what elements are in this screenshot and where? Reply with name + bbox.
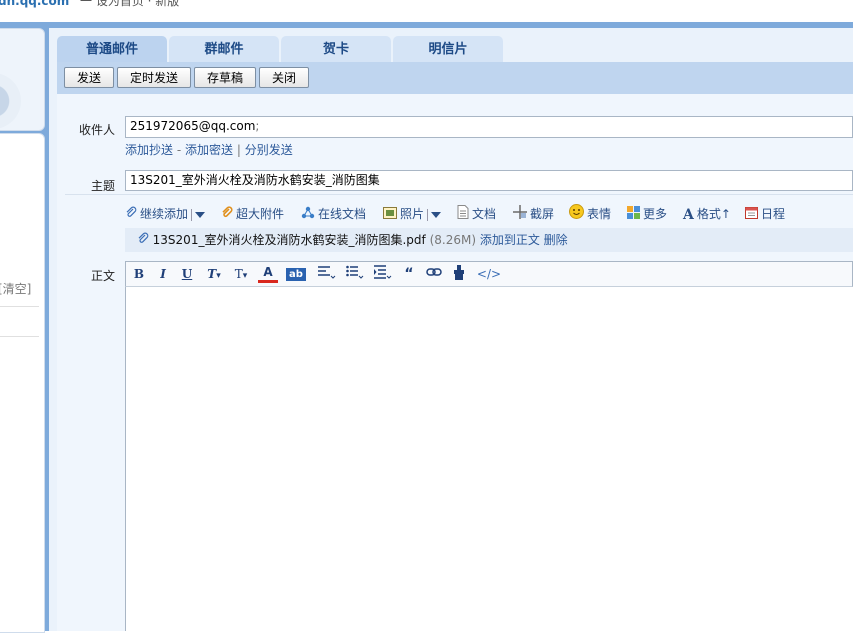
indent-icon [374,265,392,279]
big-attachment-button[interactable]: 超大附件 [221,204,284,224]
quote-button[interactable]: “ [402,265,416,283]
emoji-button[interactable]: 表情 [569,204,611,224]
site-link[interactable]: dn.qq.com [0,0,69,8]
to-field[interactable]: 251972065@qq.com; [125,116,853,138]
indent-button[interactable] [372,265,394,283]
bullet-list-button[interactable] [344,265,366,283]
font-color-button[interactable]: A [258,265,278,283]
divider [191,208,193,221]
body-editor[interactable] [125,287,853,631]
tab-greeting-card[interactable]: 贺卡 [281,36,391,62]
chevron-down-icon: ▾ [242,271,248,281]
add-to-body-link[interactable]: 添加到正文 [480,233,540,247]
recipient-links: 添加抄送 - 添加密送 | 分别发送 [125,141,293,158]
paperclip-icon [137,229,149,253]
more-button[interactable]: 更多 [627,204,667,224]
send-button[interactable]: 发送 [64,67,114,88]
save-draft-button[interactable]: 存草稿 [194,67,256,88]
scissors-icon [513,204,527,225]
photo-icon [383,205,397,225]
bg-color-button[interactable]: ab [286,268,306,281]
clear-format-button[interactable]: T▾ [204,265,224,283]
link-separator: | [236,143,245,157]
left-list-panel: [清空] [0,133,45,633]
format-brush-icon [454,265,464,280]
top-links[interactable]: 一 设为首页 · 新版 [80,0,179,9]
close-button[interactable]: 关闭 [259,67,309,88]
attachment-row: 13S201_室外消火栓及消防水鹤安装_消防图集.pdf (8.26M) 添加到… [125,228,853,252]
recipient-address[interactable]: 251972065@qq.com [130,119,255,133]
divider [0,306,39,307]
brush-button[interactable] [450,265,468,283]
clear-link[interactable]: [清空] [0,280,31,297]
attachment-filename: 13S201_室外消火栓及消防水鹤安装_消防图集.pdf [152,233,426,247]
body-label: 正文 [90,269,115,283]
bullet-list-icon [346,265,364,279]
left-folder-panel [0,28,45,131]
link-separator: - [176,143,185,157]
to-label: 收件人 [78,123,115,137]
paperclip-orange-icon [221,205,233,225]
smiley-icon [569,204,584,225]
compose-panel: 普通邮件 群邮件 贺卡 明信片 发送 定时发送 存草稿 关闭 收件人 25197… [49,28,853,631]
add-cc-link[interactable]: 添加抄送 [125,143,173,157]
align-button[interactable] [316,265,338,283]
divider [427,208,429,221]
add-bcc-link[interactable]: 添加密送 [185,143,233,157]
up-arrow-icon: ↑ [720,207,731,221]
continue-add-button[interactable]: 继续添加 [125,204,206,225]
code-button[interactable]: </> [476,265,502,283]
calendar-button[interactable]: 日程 [745,204,785,224]
calendar-icon [745,205,758,225]
link-button[interactable] [424,265,444,283]
editor-toolbar: B I U T▾ T▾ A ab “ </> [125,261,853,287]
link-icon [426,268,442,276]
delete-attachment-link[interactable]: 删除 [544,233,568,247]
underline-button[interactable]: U [180,265,194,283]
paperclip-icon [125,205,137,225]
top-strip: dn.qq.com 一 设为首页 · 新版 [0,0,853,22]
photo-button[interactable]: 照片 [383,204,442,225]
divider [65,194,853,195]
attachment-size: (8.26M) [429,233,476,247]
bold-button[interactable]: B [132,265,146,283]
compose-form: 收件人 251972065@qq.com; 添加抄送 - 添加密送 | 分别发送… [57,94,853,631]
document-icon [457,204,469,225]
format-button[interactable]: A 格式↑ [683,204,731,224]
font-size-button[interactable]: T▾ [230,265,252,283]
online-doc-button[interactable]: 在线文档 [301,204,366,224]
font-format-icon: A [683,206,694,223]
screenshot-button[interactable]: 截屏 [513,204,554,224]
tab-group-mail[interactable]: 群邮件 [169,36,279,62]
chevron-down-icon[interactable] [195,211,206,218]
document-button[interactable]: 文档 [457,204,496,224]
share-nodes-icon [301,205,315,225]
subject-label: 主题 [90,179,115,193]
chevron-down-icon[interactable] [431,211,442,218]
disc-icon [0,73,21,129]
italic-button[interactable]: I [156,265,170,283]
divider [0,336,39,337]
tab-normal-mail[interactable]: 普通邮件 [57,36,167,62]
clear-format-icon: T [207,267,217,281]
chevron-down-icon: ▾ [216,271,221,281]
recipient-separator: ; [255,119,260,133]
separate-send-link[interactable]: 分别发送 [245,143,293,157]
compose-toolbar: 发送 定时发送 存草稿 关闭 [57,62,853,94]
align-left-icon [318,266,336,279]
timed-send-button[interactable]: 定时发送 [117,67,191,88]
tab-postcard[interactable]: 明信片 [393,36,503,62]
font-size-icon: T [234,267,243,281]
grid-icon [627,205,640,225]
subject-field[interactable]: 13S201_室外消火栓及消防水鹤安装_消防图集 [125,170,853,191]
